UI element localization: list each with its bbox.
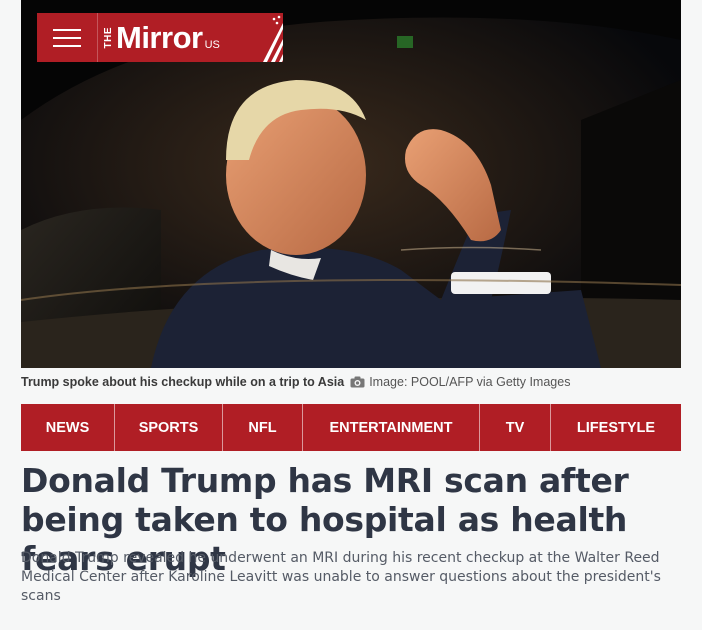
nav-entertainment[interactable]: ENTERTAINMENT	[303, 404, 480, 451]
hamburger-icon	[53, 28, 81, 31]
article-standfirst: Donald Trump revealed he underwent an MR…	[21, 550, 661, 604]
nav-news[interactable]: NEWS	[21, 404, 115, 451]
hamburger-icon	[53, 44, 81, 47]
nav-nfl[interactable]: NFL	[223, 404, 303, 451]
caption-text: Trump spoke about his checkup while on a…	[21, 375, 345, 389]
nav-tv[interactable]: TV	[480, 404, 551, 451]
menu-button[interactable]	[37, 13, 97, 62]
nav-lifestyle[interactable]: LIFESTYLE	[551, 404, 681, 451]
article-page: THE Mirror US Trump spoke about his chec…	[0, 0, 702, 630]
masthead: THE Mirror US	[37, 13, 283, 62]
section-nav: NEWS SPORTS NFL ENTERTAINMENT TV LIFESTY…	[21, 404, 681, 451]
hamburger-icon	[53, 36, 81, 39]
image-caption: Trump spoke about his checkup while on a…	[21, 375, 691, 389]
flag-stripes-icon	[263, 15, 283, 62]
logo-the: THE	[103, 26, 114, 49]
logo-edition: US	[204, 38, 220, 51]
site-logo[interactable]: THE Mirror US	[97, 13, 283, 62]
nav-sports[interactable]: SPORTS	[115, 404, 223, 451]
logo-name: Mirror	[116, 19, 203, 55]
camera-icon	[350, 376, 365, 388]
image-credit: Image: POOL/AFP via Getty Images	[369, 375, 571, 389]
